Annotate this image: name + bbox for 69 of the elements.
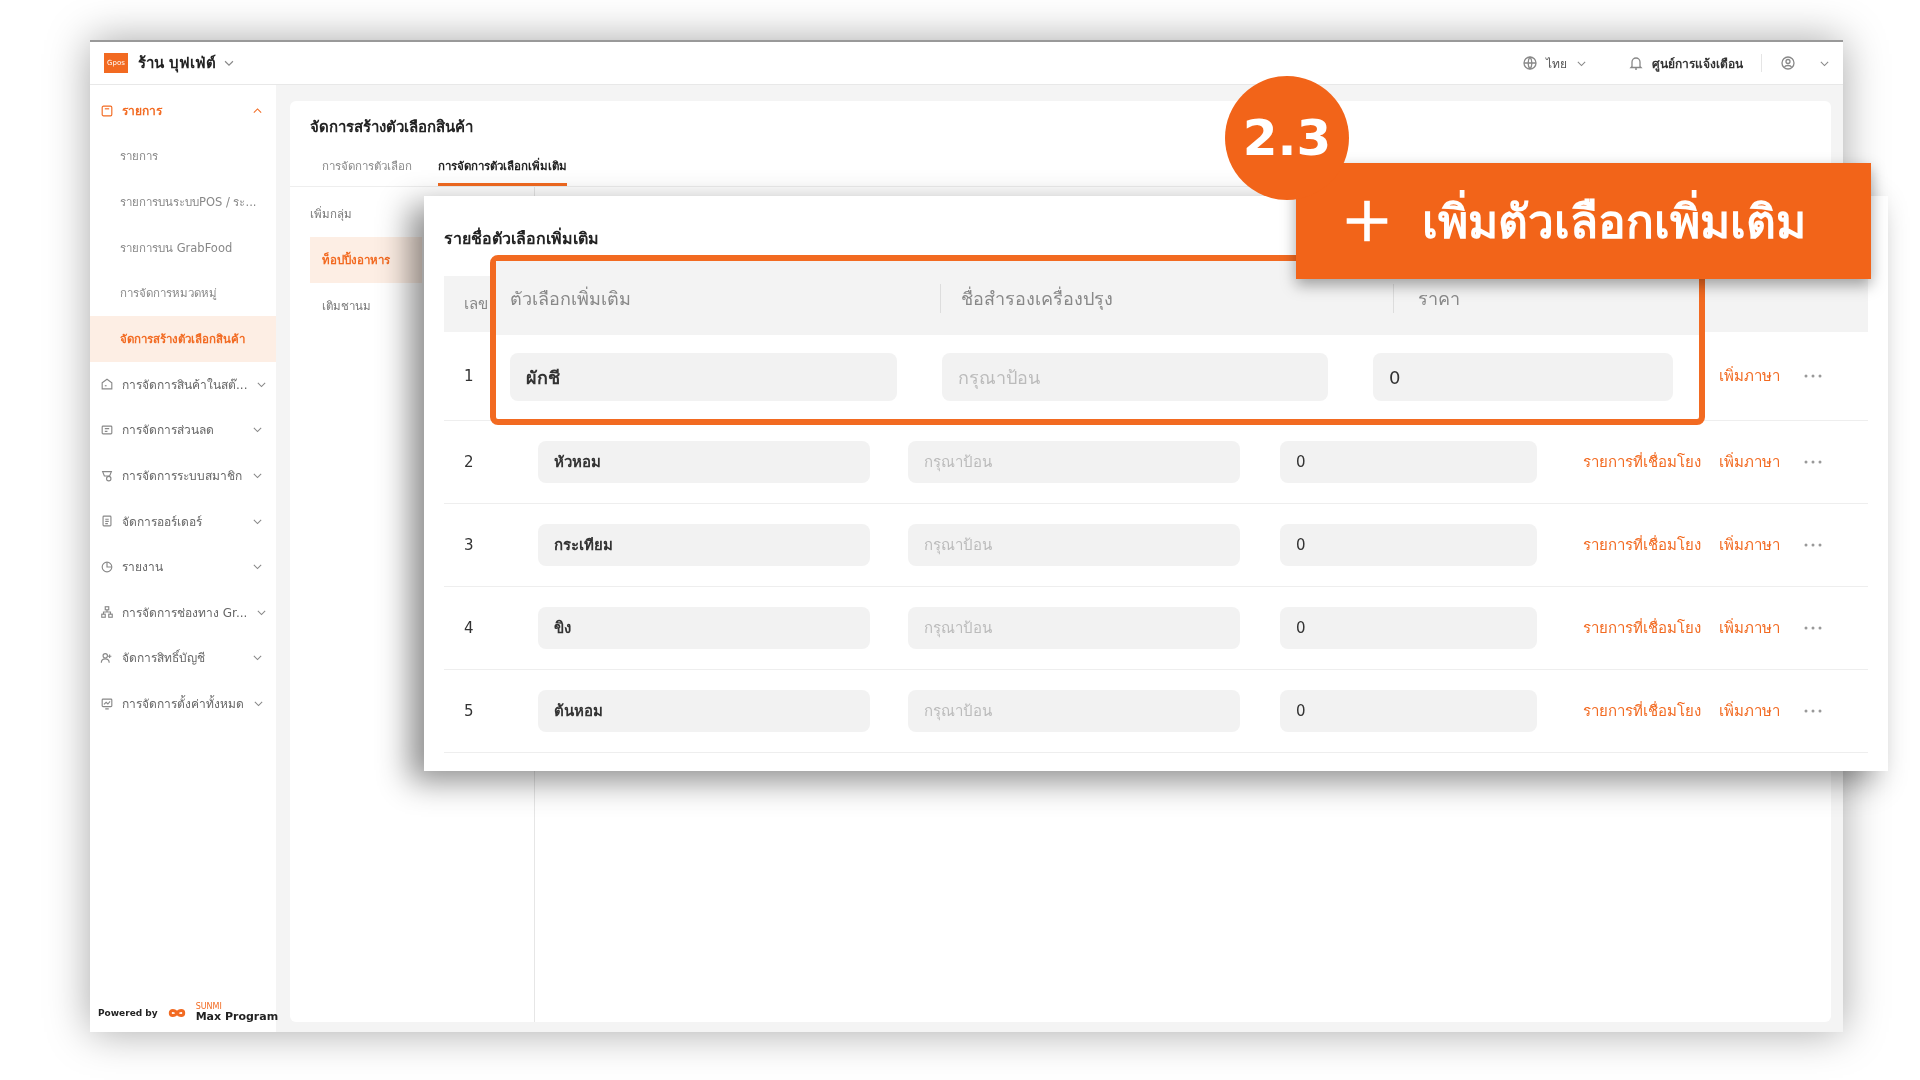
- store-icon: [100, 377, 114, 392]
- column-header: ราคา: [1393, 283, 1460, 313]
- sidebar-menu-item[interactable]: รายงาน: [90, 543, 276, 590]
- sidebar-submenu-item[interactable]: รายการ: [90, 133, 276, 180]
- more-icon[interactable]: [1804, 373, 1822, 379]
- brand-tagline: SUNMI: [195, 1003, 223, 1011]
- bell-icon: [1628, 55, 1644, 71]
- ticket-icon: [100, 422, 114, 437]
- users-icon: [100, 650, 114, 665]
- sidebar-menu-item[interactable]: การจัดการตั้งค่าทั้งหมด: [90, 680, 276, 727]
- text-link[interactable]: รายการที่เชื่อมโยง: [1583, 616, 1701, 640]
- column-header: ตัวเลือกเพิ่มเติม: [510, 285, 632, 311]
- user-icon: [1780, 55, 1796, 71]
- clipboard-icon: [100, 514, 114, 529]
- row-number: 4: [463, 619, 475, 637]
- sidebar-menu-item[interactable]: จัดการออร์เดอร์: [90, 498, 276, 544]
- tab[interactable]: การจัดการตัวเลือกเพิ่มเติม: [438, 149, 567, 186]
- price-field[interactable]: 0: [1280, 524, 1537, 566]
- text-link[interactable]: รายการที่เชื่อมโยง: [1583, 450, 1701, 474]
- price-field[interactable]: 0: [1280, 607, 1537, 649]
- text-link[interactable]: รายการที่เชื่อมโยง: [1583, 699, 1701, 723]
- pie-chart-icon: [100, 559, 114, 574]
- sidebar-menu-item[interactable]: การจัดการส่วนลด: [90, 407, 276, 453]
- column-header: เลข: [464, 294, 488, 315]
- globe-icon: [1522, 55, 1538, 71]
- column-header: ชื่อสำรองเครื่องปรุง: [940, 283, 1393, 313]
- panel-title: รายชื่อตัวเลือกเพิ่มเติม: [444, 226, 599, 250]
- text-link[interactable]: เพิ่มภาษา: [1719, 364, 1780, 388]
- hierarchy-icon: [100, 605, 114, 620]
- row-number: 3: [463, 536, 475, 554]
- language-selector[interactable]: ไทย: [1522, 53, 1588, 73]
- group-item[interactable]: เติมชานม: [290, 283, 403, 329]
- more-icon[interactable]: [1804, 459, 1822, 465]
- sidebar-menu-item[interactable]: จัดการสิทธิ์บัญชี: [90, 635, 276, 681]
- text-link[interactable]: เพิ่มภาษา: [1719, 533, 1780, 557]
- sidebar-submenu-item[interactable]: การจัดการหมวดหมู่: [90, 270, 276, 316]
- name-field[interactable]: ขิง: [538, 607, 870, 649]
- more-icon[interactable]: [1804, 625, 1822, 631]
- name-field[interactable]: ต้นหอม: [538, 690, 870, 732]
- price-field[interactable]: 0: [1280, 690, 1537, 732]
- text-link[interactable]: รายการที่เชื่อมโยง: [1583, 533, 1701, 557]
- account-menu[interactable]: [1780, 55, 1831, 71]
- page-title: จัดการสร้างตัวเลือกสินค้า: [309, 117, 474, 138]
- sidebar-submenu-item[interactable]: รายการบน GrabFood: [90, 224, 276, 271]
- powered-by-text: Powered by: [98, 1007, 158, 1018]
- store-selector[interactable]: ร้าน บุฟเฟ่ต์: [138, 51, 237, 75]
- sidebar-menu-item[interactable]: การจัดการระบบสมาชิก: [90, 452, 276, 499]
- text-link[interactable]: เพิ่มภาษา: [1719, 616, 1780, 640]
- name-field[interactable]: หัวหอม: [538, 441, 870, 483]
- notification-center-button[interactable]: ศูนย์การแจ้งเตือน: [1628, 53, 1743, 73]
- brand-name: Max Program: [195, 1011, 279, 1022]
- name-field[interactable]: กระเทียม: [538, 524, 870, 566]
- sidebar-submenu-item[interactable]: รายการบนระบบPOS / ระ...: [90, 179, 276, 225]
- text-link[interactable]: เพิ่มภาษา: [1719, 450, 1780, 474]
- price-field[interactable]: 0: [1373, 353, 1673, 401]
- name-field[interactable]: ผักชี: [510, 353, 897, 401]
- sidebar-menu-item[interactable]: การจัดการช่องทาง Gr...: [90, 589, 276, 636]
- row-number: 2: [463, 453, 475, 471]
- more-icon[interactable]: [1804, 542, 1822, 548]
- more-icon[interactable]: [1804, 708, 1822, 714]
- banner-text: เพิ่มตัวเลือกเพิ่มเติม: [1422, 184, 1806, 258]
- tab[interactable]: การจัดการตัวเลือก: [322, 149, 412, 186]
- text-link[interactable]: เพิ่มภาษา: [1719, 699, 1780, 723]
- price-field[interactable]: 0: [1280, 441, 1537, 483]
- row-number: 5: [463, 702, 475, 720]
- sidebar-menu-item[interactable]: การจัดการสินค้าในสต๊...: [90, 361, 276, 408]
- box-icon: [100, 103, 114, 118]
- monitor-icon: [100, 696, 114, 711]
- add-group-link[interactable]: เพิ่มกลุ่ม: [290, 195, 372, 237]
